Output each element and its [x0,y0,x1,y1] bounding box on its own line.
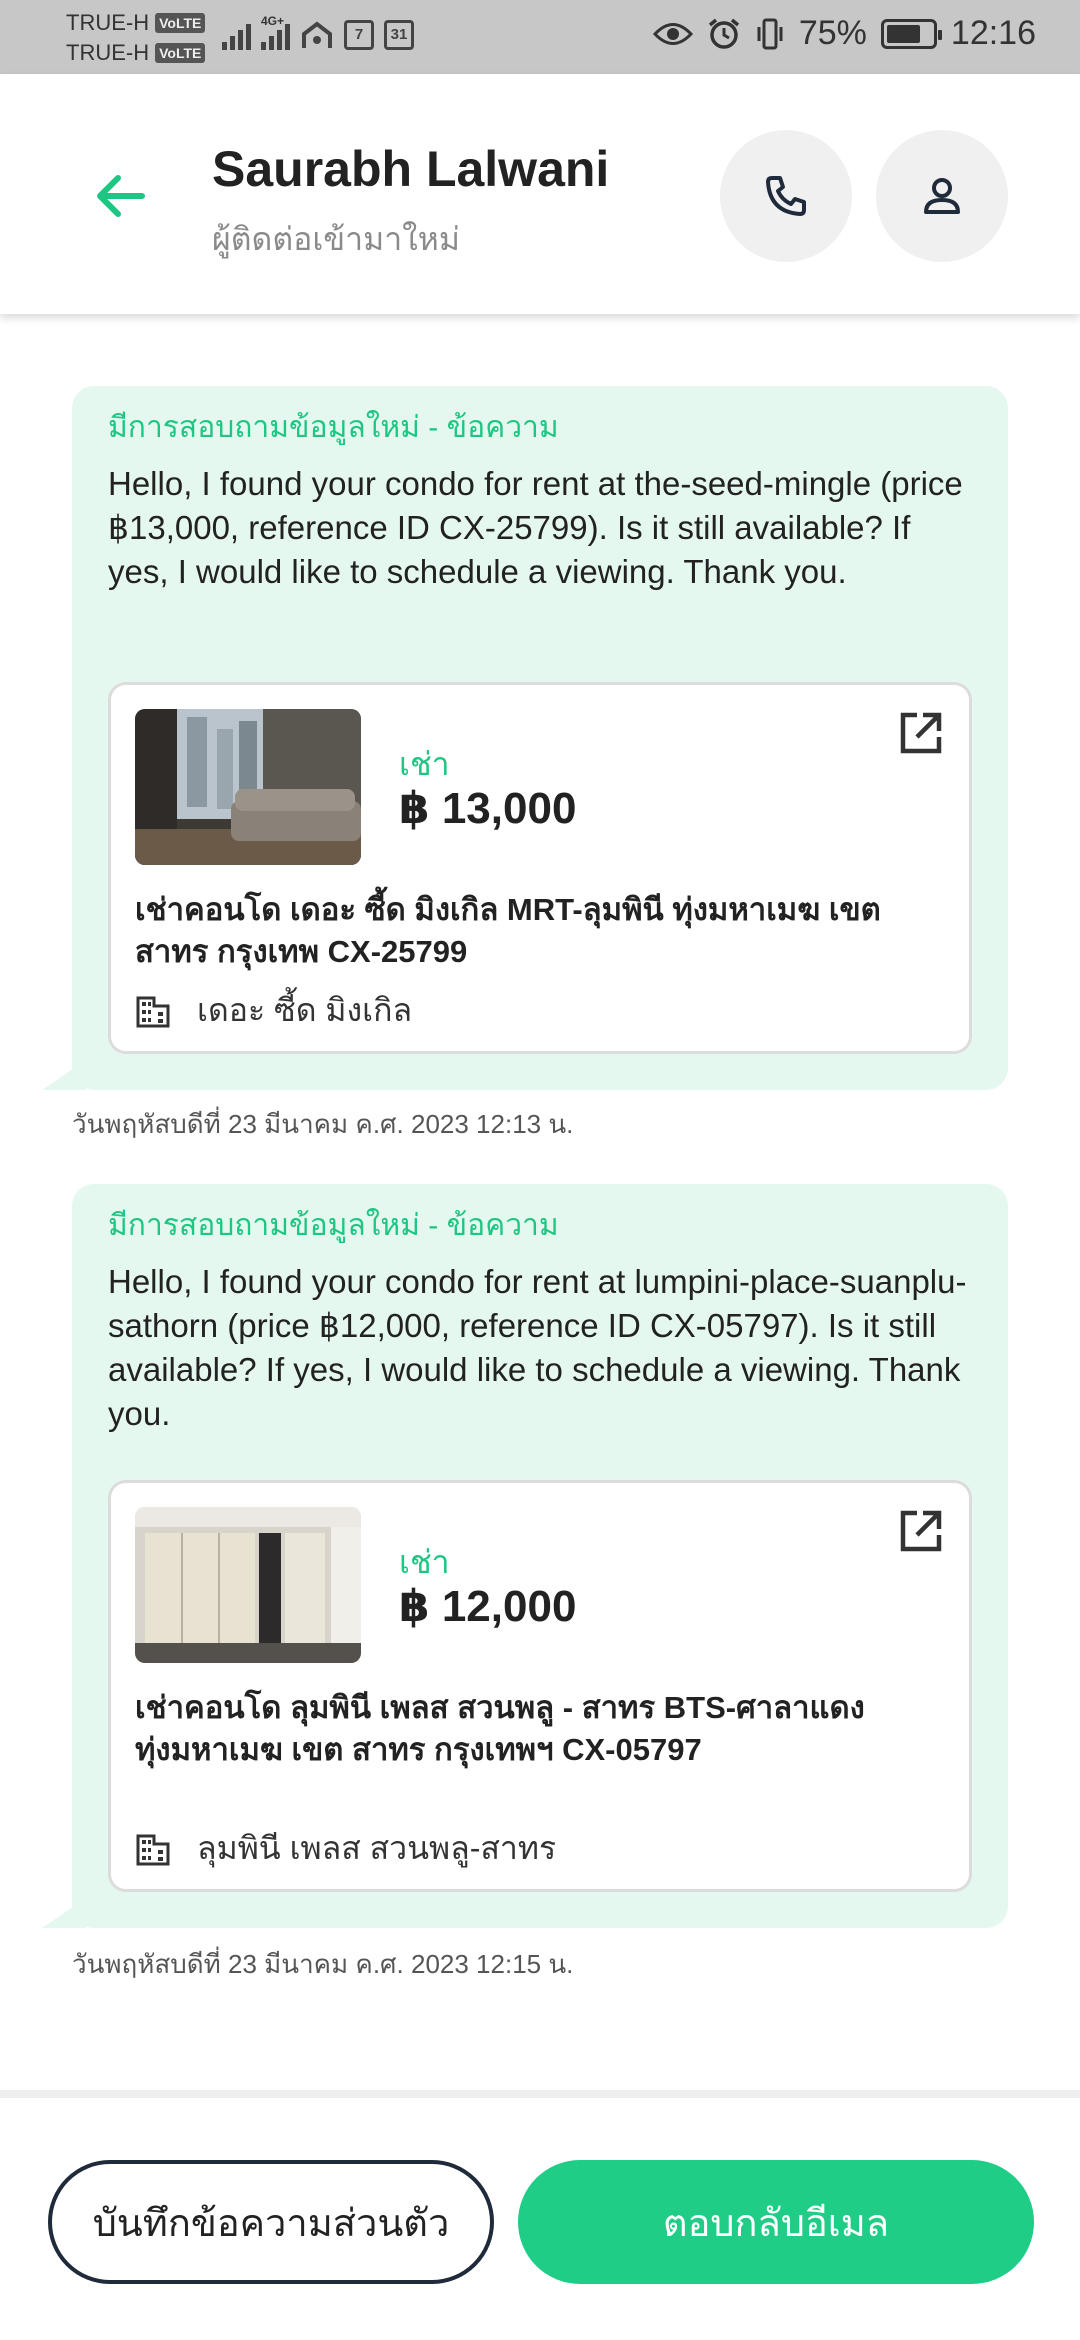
message-title: มีการสอบถามข้อมูลใหม่ - ข้อความ [108,1209,559,1242]
listing-thumbnail [135,709,361,865]
signal-4g-icon: 4G+ [261,14,290,50]
eye-icon [652,22,693,45]
volte-badge: VoLTE [155,43,206,63]
carrier-2-label: TRUE-H [66,40,150,65]
volte-badge: VoLTE [155,13,206,33]
listing-project: เดอะ ซี้ด มิงเกิล [135,985,412,1036]
call-button[interactable] [720,130,852,262]
private-note-button[interactable]: บันทึกข้อความส่วนตัว [48,2160,494,2284]
inquiry-message: มีการสอบถามข้อมูลใหม่ - ข้อความ Hello, I… [72,386,1008,1090]
app-notification-icon: 7 [344,20,374,50]
network-type-label: 4G+ [261,14,285,28]
listing-project-name: เดอะ ซี้ด มิงเกิล [197,992,413,1028]
carrier-info: TRUE-H VoLTE TRUE-H VoLTE [66,8,206,68]
open-external-icon[interactable] [895,707,947,759]
clock: 12:16 [950,14,1036,52]
action-bar: บันทึกข้อความส่วนตัว ตอบกลับอีเมล [0,2090,1080,2340]
listing-title: เช่าคอนโด ลุมพินี เพลส สวนพลู - สาทร BTS… [135,1690,865,1767]
vibrate-icon [757,18,783,49]
message-title: มีการสอบถามข้อมูลใหม่ - ข้อความ [108,411,559,444]
message-timestamp: วันพฤหัสบดีที่ 23 มีนาคม ค.ศ. 2023 12:15… [72,1949,574,1979]
battery-percent: 75% [798,14,867,52]
phone-icon [766,176,806,216]
contact-status: ผู้ติดต่อเข้ามาใหม่ [212,221,460,257]
listing-title: เช่าคอนโด เดอะ ซี้ด มิงเกิล MRT-ลุมพินี … [135,892,881,969]
person-icon [924,178,960,214]
listing-project-name: ลุมพินี เพลส สวนพลู-สาทร [197,1830,557,1866]
conversation-header: Saurabh Lalwani ผู้ติดต่อเข้ามาใหม่ [0,74,1080,314]
calendar-icon: 31 [384,20,414,50]
status-bar: TRUE-H VoLTE TRUE-H VoLTE 4G+ 7 31 75% 12:… [0,0,1080,74]
contact-profile-button[interactable] [876,130,1008,262]
carrier-1-label: TRUE-H [66,10,150,35]
listing-price: ฿ 12,000 [399,1582,577,1631]
reply-email-button[interactable]: ตอบกลับอีเมล [518,2160,1034,2284]
listing-card[interactable]: เช่า ฿ 12,000 เช่าคอนโด ลุมพินี เพลส สวน… [108,1480,972,1892]
building-icon [136,996,170,1027]
message-body: Hello, I found your condo for rent at th… [108,465,963,590]
listing-project: ลุมพินี เพลส สวนพลู-สาทร [135,1823,556,1874]
hotspot-icon [302,21,332,48]
inquiry-message: มีการสอบถามข้อมูลใหม่ - ข้อความ Hello, I… [72,1184,1008,1928]
signal-icon [222,20,251,50]
message-body: Hello, I found your condo for rent at lu… [108,1263,967,1432]
back-arrow-icon[interactable] [92,168,148,224]
battery-icon [880,18,942,49]
building-icon [136,1834,170,1865]
alarm-icon [708,18,739,49]
listing-price: ฿ 13,000 [399,784,577,833]
listing-thumbnail [135,1507,361,1663]
listing-card[interactable]: เช่า ฿ 13,000 เช่าคอนโด เดอะ ซี้ด มิงเกิ… [108,682,972,1054]
open-external-icon[interactable] [895,1505,947,1557]
contact-name: Saurabh Lalwani [212,141,610,197]
message-timestamp: วันพฤหัสบดีที่ 23 มีนาคม ค.ศ. 2023 12:13… [72,1109,574,1139]
